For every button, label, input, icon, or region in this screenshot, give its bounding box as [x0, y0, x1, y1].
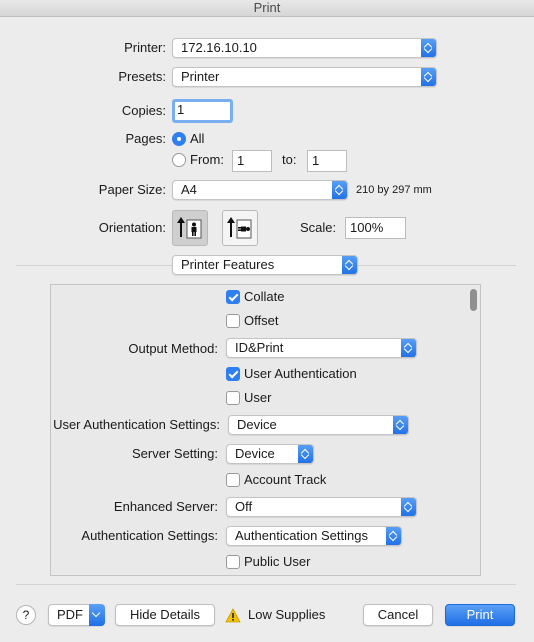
server-setting-popup[interactable]: Device: [226, 444, 314, 464]
enhanced-server-value: Off: [235, 499, 253, 514]
collate-checkbox[interactable]: [226, 290, 240, 304]
output-method-label: Output Method:: [128, 341, 218, 356]
user-checkbox[interactable]: [226, 391, 240, 405]
portrait-orientation-icon: [177, 217, 202, 239]
pages-range-radio[interactable]: [172, 153, 186, 167]
user-authentication-checkbox[interactable]: [226, 367, 240, 381]
popup-stepper-icon: [342, 256, 357, 274]
pages-all-label: All: [190, 131, 205, 146]
user-auth-settings-popup[interactable]: Device: [228, 415, 409, 435]
public-user-checkbox[interactable]: [226, 555, 240, 569]
printer-popup[interactable]: 172.16.10.10: [172, 38, 437, 58]
landscape-orientation-icon: [227, 217, 252, 239]
enhanced-server-popup[interactable]: Off: [226, 497, 417, 517]
output-method-value: ID&Print: [235, 340, 284, 355]
pages-from-field[interactable]: 1: [232, 150, 272, 172]
pages-all-radio[interactable]: [172, 132, 186, 146]
pages-from-label: From:: [190, 152, 224, 167]
copies-field[interactable]: 1: [172, 99, 233, 123]
popup-stepper-icon: [332, 181, 347, 199]
popup-stepper-icon: [401, 339, 416, 357]
section-value: Printer Features: [181, 257, 275, 272]
print-button[interactable]: Print: [445, 604, 515, 626]
printer-label: Printer:: [124, 40, 166, 55]
presets-popup[interactable]: Printer: [172, 67, 437, 87]
server-setting-value: Device: [235, 446, 275, 461]
authentication-settings-label: Authentication Settings:: [81, 528, 218, 543]
authentication-settings-value: Authentication Settings: [235, 528, 368, 543]
printer-value: 172.16.10.10: [181, 40, 257, 55]
public-user-label: Public User: [244, 554, 311, 569]
pages-to-field[interactable]: 1: [307, 150, 347, 172]
cancel-button[interactable]: Cancel: [363, 604, 433, 626]
presets-label: Presets:: [118, 69, 166, 84]
panel-scrollbar[interactable]: [470, 289, 477, 311]
popup-stepper-icon: [421, 39, 436, 57]
help-button[interactable]: ?: [16, 605, 36, 625]
popup-stepper-icon: [298, 445, 313, 463]
offset-checkbox[interactable]: [226, 314, 240, 328]
offset-label: Offset: [244, 313, 279, 328]
landscape-orientation-button[interactable]: [222, 210, 258, 246]
output-method-popup[interactable]: ID&Print: [226, 338, 417, 358]
portrait-orientation-button[interactable]: [172, 210, 208, 246]
copies-label: Copies:: [121, 103, 166, 118]
paper-dimensions: 210 by 297 mm: [356, 184, 432, 196]
paper-size-value: A4: [181, 182, 197, 197]
user-auth-settings-value: Device: [237, 417, 277, 432]
paper-size-label: Paper Size:: [98, 182, 166, 197]
popup-stepper-icon: [421, 68, 436, 86]
popup-stepper-icon: [393, 416, 408, 434]
help-icon: ?: [22, 608, 30, 622]
section-popup[interactable]: Printer Features: [172, 255, 358, 275]
low-supplies-label: Low Supplies: [248, 607, 326, 622]
user-authentication-label: User Authentication: [244, 366, 357, 381]
pages-to-label: to:: [282, 152, 297, 167]
account-track-checkbox[interactable]: [226, 473, 240, 487]
chevron-down-icon[interactable]: [89, 604, 105, 626]
popup-stepper-icon: [401, 498, 416, 516]
scale-field[interactable]: 100%: [345, 217, 406, 239]
collate-label: Collate: [244, 289, 285, 304]
separator: [16, 584, 516, 585]
user-auth-settings-label: User Authentication Settings:: [53, 417, 220, 432]
pages-label: Pages:: [125, 131, 166, 146]
window-title: Print: [0, 0, 534, 17]
authentication-settings-popup[interactable]: Authentication Settings: [226, 526, 402, 546]
user-label: User: [244, 390, 272, 405]
popup-stepper-icon: [386, 527, 401, 545]
hide-details-button[interactable]: Hide Details: [115, 604, 215, 626]
presets-value: Printer: [181, 69, 220, 84]
enhanced-server-label: Enhanced Server:: [113, 499, 218, 514]
server-setting-label: Server Setting:: [132, 446, 218, 461]
warning-icon: [225, 608, 241, 623]
pdf-label: PDF: [57, 607, 83, 622]
scale-label: Scale:: [300, 220, 337, 235]
orientation-label: Orientation:: [98, 220, 166, 235]
paper-size-popup[interactable]: A4: [172, 180, 348, 200]
account-track-label: Account Track: [244, 472, 327, 487]
